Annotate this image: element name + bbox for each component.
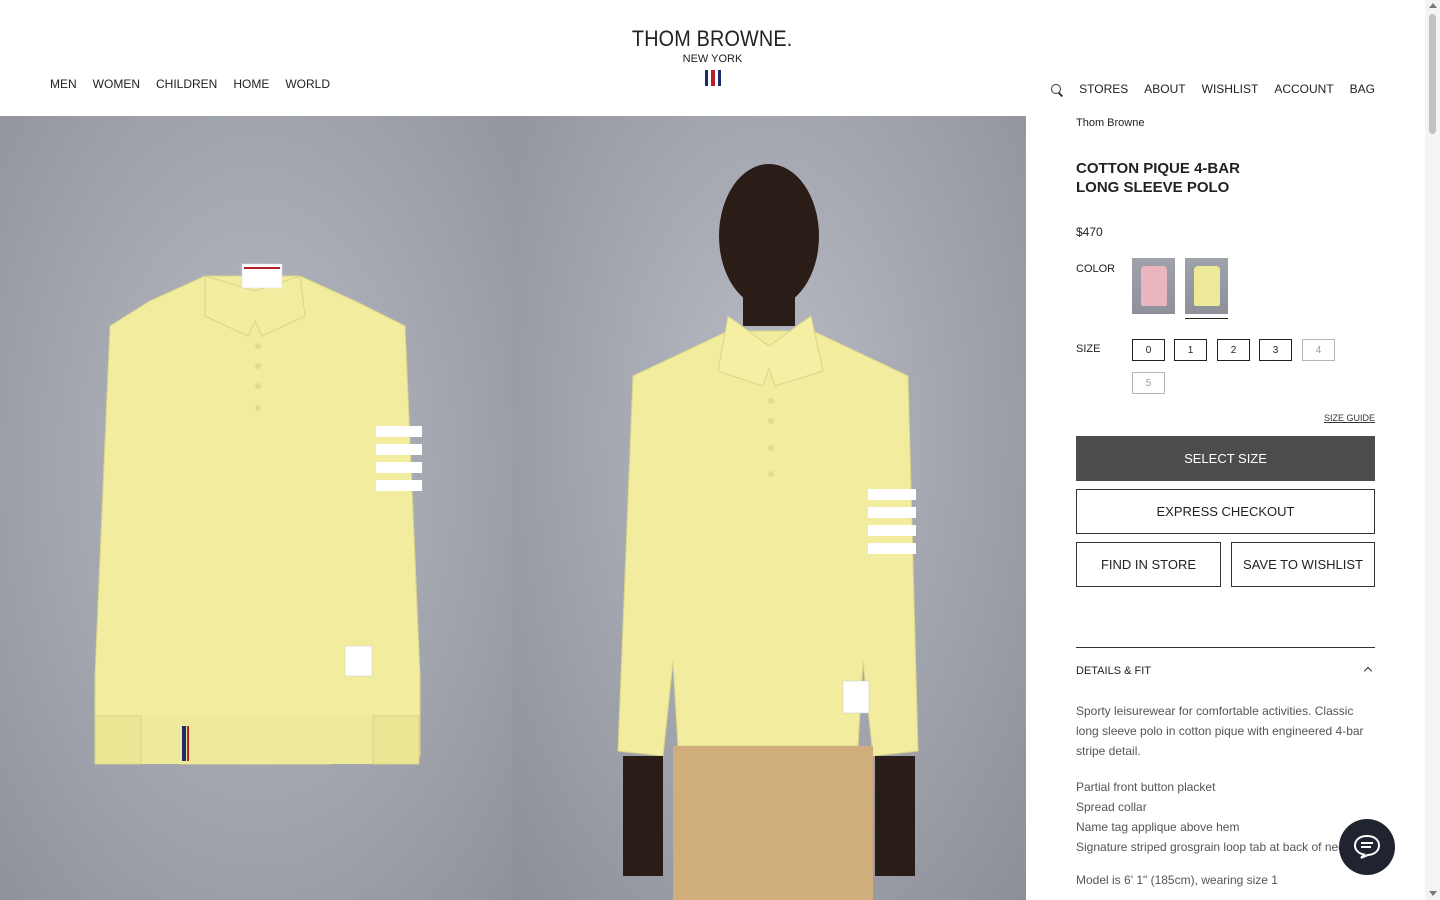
product-brand[interactable]: Thom Browne: [1076, 117, 1144, 129]
logo-subtitle: NEW YORK: [682, 53, 743, 65]
nav-about[interactable]: ABOUT: [1144, 82, 1185, 96]
yellow-shirt-thumbnail: [1193, 266, 1220, 306]
feature-item: Partial front button placket: [1076, 780, 1216, 794]
product-title: COTTON PIQUE 4-BAR LONG SLEEVE POLO: [1076, 160, 1240, 196]
nav-stores[interactable]: STORES: [1079, 82, 1128, 96]
feature-item: Name tag applique above hem: [1076, 820, 1240, 834]
nav-wishlist[interactable]: WISHLIST: [1202, 82, 1259, 96]
search-icon[interactable]: [1050, 83, 1063, 96]
polo-flatlay-illustration: [94, 263, 422, 765]
details-fit-toggle[interactable]: DETAILS & FIT: [1076, 665, 1375, 677]
size-guide-link[interactable]: SIZE GUIDE: [1324, 413, 1375, 423]
main-nav: MEN WOMEN CHILDREN HOME WORLD: [50, 77, 330, 91]
scroll-down-arrow-icon[interactable]: [1429, 891, 1437, 896]
nav-bag[interactable]: BAG: [1350, 82, 1375, 96]
pink-shirt-thumbnail: [1140, 266, 1167, 306]
logo-wordmark: THOM BROWNE.: [632, 26, 793, 51]
color-label: COLOR: [1076, 263, 1116, 275]
product-price: $470: [1076, 225, 1103, 239]
selected-color-indicator: [1185, 318, 1228, 319]
nav-account[interactable]: ACCOUNT: [1274, 82, 1333, 96]
details-fit-heading: DETAILS & FIT: [1076, 665, 1151, 677]
page-scrollbar[interactable]: [1425, 0, 1440, 900]
size-option-2[interactable]: 2: [1217, 339, 1250, 361]
tricolor-flag-icon: [705, 70, 722, 86]
nav-women[interactable]: WOMEN: [93, 77, 140, 91]
feature-item: Spread collar: [1076, 800, 1147, 814]
size-option-0[interactable]: 0: [1132, 339, 1165, 361]
chevron-up-icon: [1363, 666, 1373, 676]
product-image-model[interactable]: [513, 116, 1026, 900]
product-feature-list: Partial front button placket Spread coll…: [1076, 777, 1375, 857]
express-checkout-button[interactable]: EXPRESS CHECKOUT: [1076, 489, 1375, 534]
scroll-up-arrow-icon[interactable]: [1429, 3, 1437, 8]
model-size-note: Model is 6' 1" (185cm), wearing size 1: [1076, 873, 1278, 887]
color-swatch-yellow[interactable]: [1185, 258, 1228, 314]
scrollbar-thumb[interactable]: [1429, 14, 1436, 134]
model-wearing-polo-illustration: [617, 164, 919, 900]
size-option-5[interactable]: 5: [1132, 372, 1165, 394]
chat-button[interactable]: [1339, 819, 1395, 875]
product-description: Sporty leisurewear for comfortable activ…: [1076, 704, 1364, 758]
size-option-1[interactable]: 1: [1174, 339, 1207, 361]
section-divider: [1076, 647, 1375, 648]
utility-nav: STORES ABOUT WISHLIST ACCOUNT BAG: [1050, 82, 1375, 96]
nav-world[interactable]: WORLD: [285, 77, 330, 91]
chat-bubble-icon: [1353, 834, 1381, 859]
size-label: SIZE: [1076, 343, 1101, 355]
save-to-wishlist-button[interactable]: SAVE TO WISHLIST: [1231, 542, 1375, 587]
brand-logo[interactable]: THOM BROWNE. NEW YORK: [0, 26, 1425, 65]
select-size-button[interactable]: SELECT SIZE: [1076, 436, 1375, 481]
product-image-flat[interactable]: [0, 116, 513, 900]
color-swatch-pink[interactable]: [1132, 258, 1175, 314]
nav-men[interactable]: MEN: [50, 77, 77, 91]
size-option-3[interactable]: 3: [1259, 339, 1292, 361]
nav-children[interactable]: CHILDREN: [156, 77, 217, 91]
feature-item: Signature striped grosgrain loop tab at …: [1076, 840, 1351, 854]
nav-home[interactable]: HOME: [233, 77, 269, 91]
size-option-4[interactable]: 4: [1302, 339, 1335, 361]
site-header: THOM BROWNE. NEW YORK MEN WOMEN CHILDREN…: [0, 0, 1425, 116]
find-in-store-button[interactable]: FIND IN STORE: [1076, 542, 1221, 587]
